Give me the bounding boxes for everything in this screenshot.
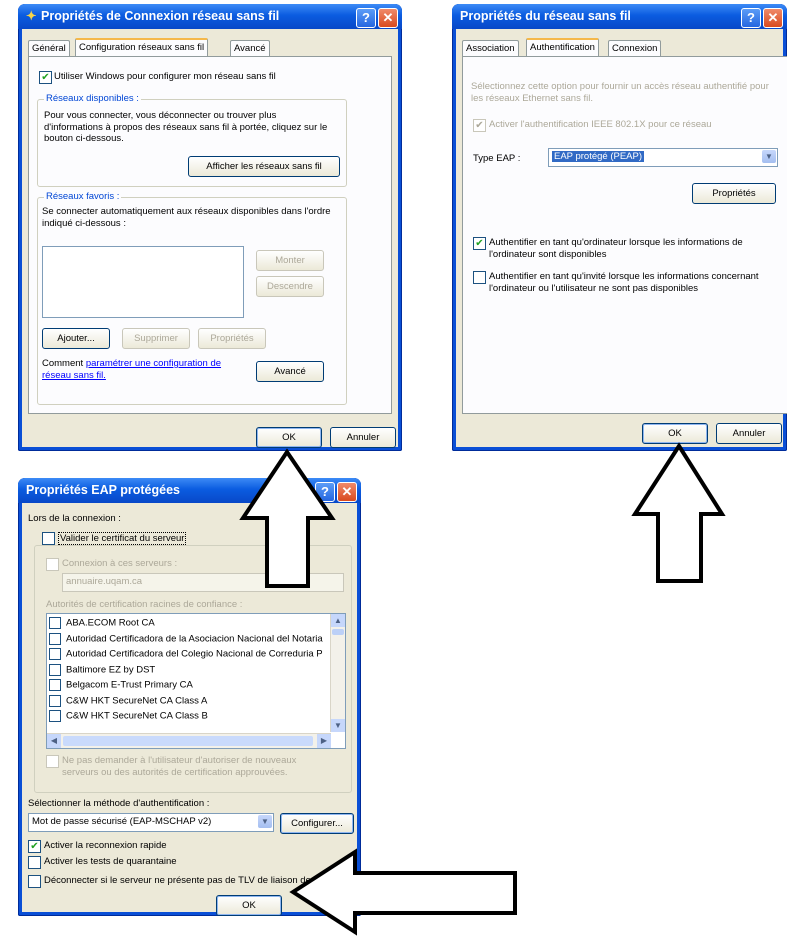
up-arrow-icon [631, 442, 726, 583]
up-arrow-icon [239, 448, 336, 588]
annotation-arrows [239, 442, 726, 936]
left-arrow-icon [289, 848, 517, 936]
